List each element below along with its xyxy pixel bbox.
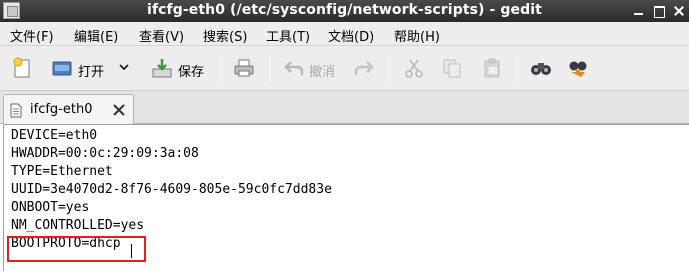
toolbar: 打开 保存 撤消 (0, 46, 689, 91)
text-file-icon (10, 103, 22, 118)
toolbar-separator (388, 56, 389, 82)
minimize-icon[interactable] (630, 3, 646, 19)
menu-view[interactable]: 查看(V) (139, 26, 184, 45)
document-tab-strip: ifcfg-eth0 (0, 91, 689, 125)
open-button[interactable]: 打开 (78, 61, 104, 80)
chevron-down-icon[interactable] (117, 60, 131, 74)
menu-tools[interactable]: 工具(T) (266, 26, 310, 45)
toolbar-separator (516, 56, 517, 82)
editor-line[interactable]: NM_CONTROLLED=yes (11, 217, 144, 234)
menu-help[interactable]: 帮助(H) (394, 26, 440, 45)
menu-file[interactable]: 文件(F) (10, 26, 54, 45)
undo-icon[interactable] (283, 57, 305, 79)
editor-line[interactable]: ONBOOT=yes (11, 199, 89, 216)
editor-line[interactable]: TYPE=Ethernet (11, 163, 113, 180)
paste-icon[interactable] (481, 57, 503, 79)
maximize-icon[interactable] (651, 3, 667, 19)
redo-icon[interactable] (353, 57, 375, 79)
toolbar-separator (269, 56, 270, 82)
window-title: ifcfg-eth0 (/etc/sysconfig/network-scrip… (147, 2, 542, 18)
text-editor[interactable]: DEVICE=eth0 HWADDR=00:0c:29:09:3a:08 TYP… (3, 124, 689, 271)
menu-bar: 文件(F) 编辑(E) 查看(V) 搜索(S) 工具(T) 文档(D) 帮助(H… (0, 22, 689, 46)
tab-ifcfg-eth0[interactable]: ifcfg-eth0 (3, 94, 134, 125)
tab-label: ifcfg-eth0 (30, 102, 93, 117)
close-window-icon[interactable] (671, 3, 687, 19)
menu-search[interactable]: 搜索(S) (203, 26, 247, 45)
close-tab-icon[interactable] (111, 102, 127, 118)
find-replace-icon[interactable] (567, 57, 589, 79)
toolbar-separator (220, 56, 221, 82)
annotation-highlight-box (7, 236, 146, 262)
save-icon[interactable] (151, 57, 173, 79)
editor-line[interactable]: UUID=3e4070d2-8f76-4609-805e-59c0fc7dd83… (11, 181, 332, 198)
new-document-icon[interactable] (11, 57, 33, 79)
editor-line[interactable]: HWADDR=00:0c:29:09:3a:08 (11, 145, 199, 162)
title-bar: ifcfg-eth0 (/etc/sysconfig/network-scrip… (0, 0, 689, 22)
print-icon[interactable] (233, 57, 255, 79)
editor-line[interactable]: DEVICE=eth0 (11, 127, 97, 144)
save-button[interactable]: 保存 (178, 61, 204, 80)
find-binoculars-icon[interactable] (530, 57, 552, 79)
open-folder-icon[interactable] (51, 57, 73, 79)
cut-icon[interactable] (403, 57, 425, 79)
menu-documents[interactable]: 文档(D) (328, 26, 374, 45)
undo-button[interactable]: 撤消 (309, 61, 335, 80)
copy-icon[interactable] (441, 57, 463, 79)
menu-edit[interactable]: 编辑(E) (74, 26, 118, 45)
